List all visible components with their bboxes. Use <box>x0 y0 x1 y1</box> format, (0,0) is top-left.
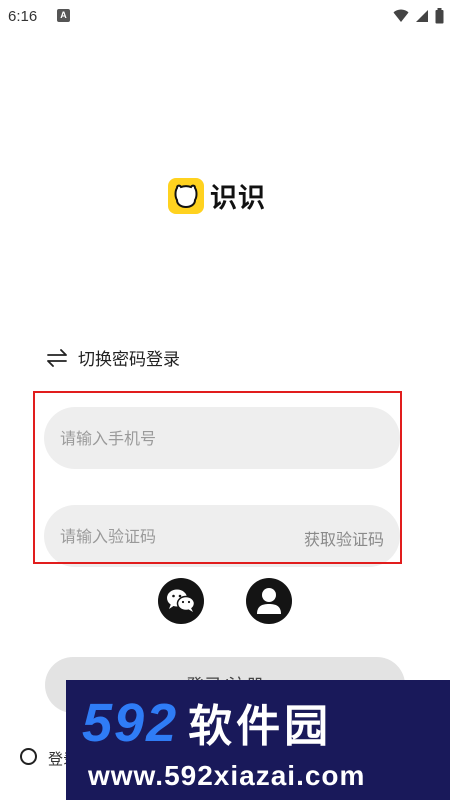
status-bar: 6:16 A <box>0 0 450 32</box>
watermark-url: www.592xiazai.com <box>88 760 366 791</box>
watermark-banner: 592 软件园 www.592xiazai.com <box>66 680 450 800</box>
watermark-brand: 592 软件园 <box>82 690 332 754</box>
app-logo: 识识 <box>168 176 266 215</box>
battery-icon <box>435 8 444 24</box>
agreement-radio[interactable] <box>20 748 37 765</box>
bear-logo-icon <box>168 177 204 214</box>
app-notification-icon: A <box>57 9 70 22</box>
highlight-frame <box>33 391 402 564</box>
signal-icon <box>416 10 428 22</box>
logo-text: 识识 <box>210 183 266 214</box>
account-icon <box>257 588 281 614</box>
swap-arrows-icon <box>47 348 67 367</box>
switch-login-label: 切换密码登录 <box>78 350 180 370</box>
watermark-name: 软件园 <box>188 701 333 752</box>
watermark-number: 592 <box>82 693 179 753</box>
wechat-login-button[interactable] <box>158 578 204 624</box>
status-icons <box>393 6 444 26</box>
status-time: 6:16 <box>8 8 38 25</box>
wechat-icon <box>167 589 196 612</box>
wifi-icon <box>393 9 409 22</box>
account-login-button[interactable] <box>246 578 292 624</box>
switch-password-login[interactable]: 切换密码登录 <box>46 345 180 370</box>
